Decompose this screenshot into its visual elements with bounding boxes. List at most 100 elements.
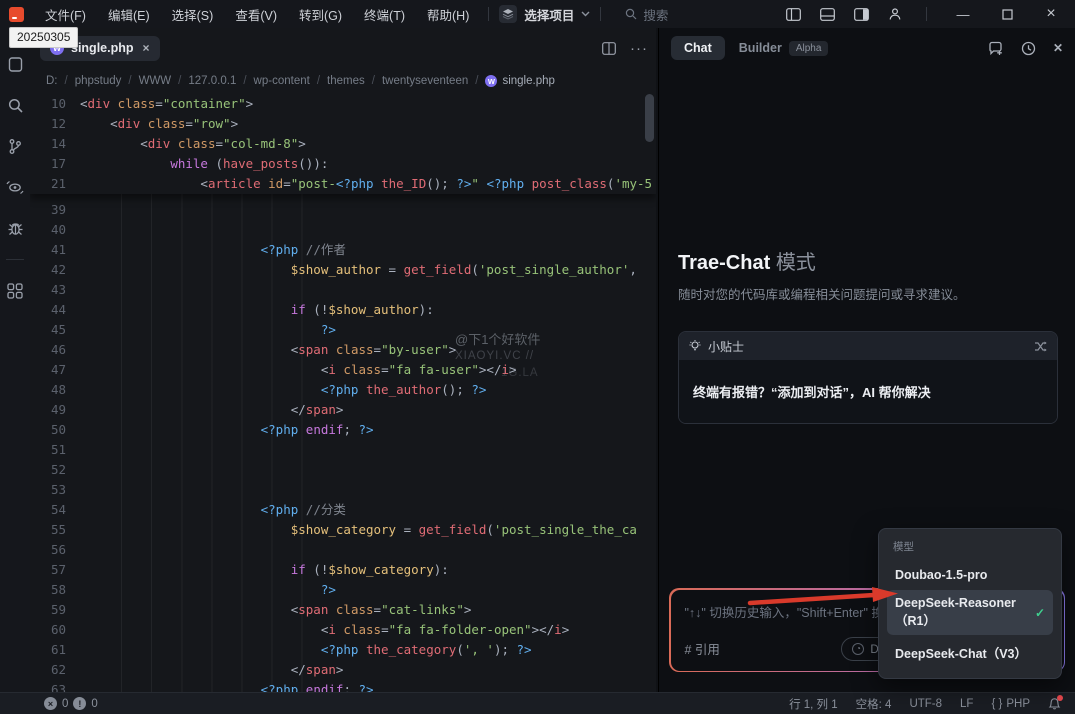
toggle-right-panel-icon[interactable] [848,3,874,25]
chat-subtitle: 随时对您的代码库或编程相关问题提问或寻求建议。 [678,284,966,303]
breadcrumb-item[interactable]: 127.0.0.1 [188,75,236,87]
preview-eye-icon[interactable] [5,177,25,197]
tab-builder[interactable]: Builder Alpha [739,41,829,56]
breadcrumb-separator: / [243,75,246,87]
sticky-scroll: 10<div class="container">12 <div class="… [30,94,656,194]
activity-bar [0,28,30,692]
code-line: 57 if (!$show_category): [30,560,656,580]
new-chat-icon[interactable] [988,41,1004,56]
line-number: 56 [30,540,80,560]
tab-chat[interactable]: Chat [671,36,725,60]
status-bar: × 0 ! 0 行 1, 列 1 空格: 4 UTF-8 LF { } PHP [0,692,1075,714]
project-selector-label: 选择项目 [524,5,574,24]
breadcrumb-item[interactable]: Wsingle.php [485,75,554,87]
breadcrumb[interactable]: D:/phpstudy/WWW/127.0.0.1/wp-content/the… [30,68,656,94]
line-number: 52 [30,460,80,480]
eol[interactable]: LF [960,698,973,710]
code-line: 50 <?php endif; ?> [30,420,656,440]
menu-item[interactable]: 终端(T) [355,2,414,27]
search-sidebar-icon[interactable] [5,95,25,115]
model-menu-item[interactable]: Doubao-1.5-pro [887,562,1053,588]
language-label: PHP [1006,698,1030,710]
chat-header-icons: ✕ [988,41,1063,56]
model-item-label: Doubao-1.5-pro [895,568,987,582]
toggle-left-panel-icon[interactable] [780,3,806,25]
line-number: 40 [30,220,80,240]
app-logo-icon[interactable] [9,7,24,22]
account-icon[interactable] [882,3,908,25]
chat-input-placeholder: "↑↓" 切换历史输入，"Shift+Enter" 换行 [685,602,897,621]
warning-count: 0 [91,698,97,710]
close-window-button[interactable]: × [1033,2,1069,26]
title-bar: 文件(F)编辑(E)选择(S)查看(V)转到(G)终端(T)帮助(H) 选择项目… [0,0,1075,28]
more-actions-icon[interactable]: ··· [630,40,648,57]
extensions-grid-icon[interactable] [5,281,25,301]
breadcrumb-separator: / [128,75,131,87]
model-menu-item[interactable]: DeepSeek-Chat（V3） [887,637,1053,668]
debug-bug-icon[interactable] [5,218,25,238]
code-area[interactable]: 10<div class="container">12 <div class="… [30,94,656,692]
cursor-position[interactable]: 行 1, 列 1 [789,696,838,712]
code-line: 52 [30,460,656,480]
encoding[interactable]: UTF-8 [909,698,942,710]
code-lines: 394041 <?php //作者42 $show_author = get_f… [30,194,656,692]
breadcrumb-item[interactable]: WWW [139,75,172,87]
code-line: 51 [30,440,656,460]
braces-icon: { } [991,698,1002,710]
breadcrumb-item[interactable]: wp-content [254,75,310,87]
menu-item[interactable]: 转到(G) [290,2,351,27]
breadcrumb-item[interactable]: phpstudy [75,75,122,87]
menu-item[interactable]: 帮助(H) [418,2,478,27]
breadcrumb-item[interactable]: D: [46,75,58,87]
breadcrumb-item[interactable]: themes [327,75,365,87]
line-number: 43 [30,280,80,300]
split-editor-icon[interactable] [602,42,616,55]
history-icon[interactable] [1021,41,1036,56]
layers-icon [499,5,517,23]
menu-bar: 文件(F)编辑(E)选择(S)查看(V)转到(G)终端(T)帮助(H) [36,2,478,27]
problems-indicator[interactable]: × 0 ! 0 [44,697,98,710]
line-number: 47 [30,360,80,380]
tab-close-icon[interactable]: × [143,41,150,55]
code-line: 39 [30,200,656,220]
wordpress-file-icon: W [485,75,497,87]
code-line: 46 <span class="by-user"> [30,340,656,360]
explorer-icon[interactable] [5,54,25,74]
line-number: 44 [30,300,80,320]
line-number: 46 [30,340,80,360]
model-dropdown-label: 模型 [887,537,1053,562]
error-icon: × [44,697,57,710]
source-control-icon[interactable] [5,136,25,156]
language-mode[interactable]: { } PHP [991,698,1030,710]
line-number: 58 [30,580,80,600]
line-number: 50 [30,420,80,440]
code-line: 60 <i class="fa fa-folder-open"></i> [30,620,656,640]
line-number: 62 [30,660,80,680]
tab-strip: W single.php × ··· [30,28,656,68]
minimize-button[interactable]: — [945,2,981,26]
editor-scrollbar[interactable] [645,94,654,142]
global-search-input[interactable]: 搜索 [625,5,668,24]
tip-card-header: 小贴士 [679,332,1057,360]
model-menu-item[interactable]: DeepSeek-Reasoner（R1）✓ [887,590,1053,635]
code-line: 12 <div class="row"> [30,114,656,134]
model-logo-icon: ◔ [852,643,864,655]
maximize-button[interactable] [989,2,1025,26]
toggle-bottom-panel-icon[interactable] [814,3,840,25]
menu-item[interactable]: 编辑(E) [99,2,159,27]
line-number: 57 [30,560,80,580]
tab-builder-label: Builder [739,41,782,55]
tip-card-body: 终端有报错？“添加到对话”，AI 帮你解决 [679,360,1057,423]
breadcrumb-separator: / [65,75,68,87]
close-chat-icon[interactable]: ✕ [1053,41,1063,55]
project-selector[interactable]: 选择项目 [499,5,590,24]
menu-item[interactable]: 选择(S) [163,2,223,27]
menu-item[interactable]: 查看(V) [226,2,286,27]
menu-item[interactable]: 文件(F) [36,2,95,27]
notifications-bell-icon[interactable] [1048,697,1061,710]
editor-actions: ··· [602,40,648,57]
indentation[interactable]: 空格: 4 [856,696,892,712]
breadcrumb-item[interactable]: twentyseventeen [382,75,468,87]
shuffle-icon[interactable] [1034,341,1047,352]
reference-button[interactable]: # 引用 [685,639,720,658]
